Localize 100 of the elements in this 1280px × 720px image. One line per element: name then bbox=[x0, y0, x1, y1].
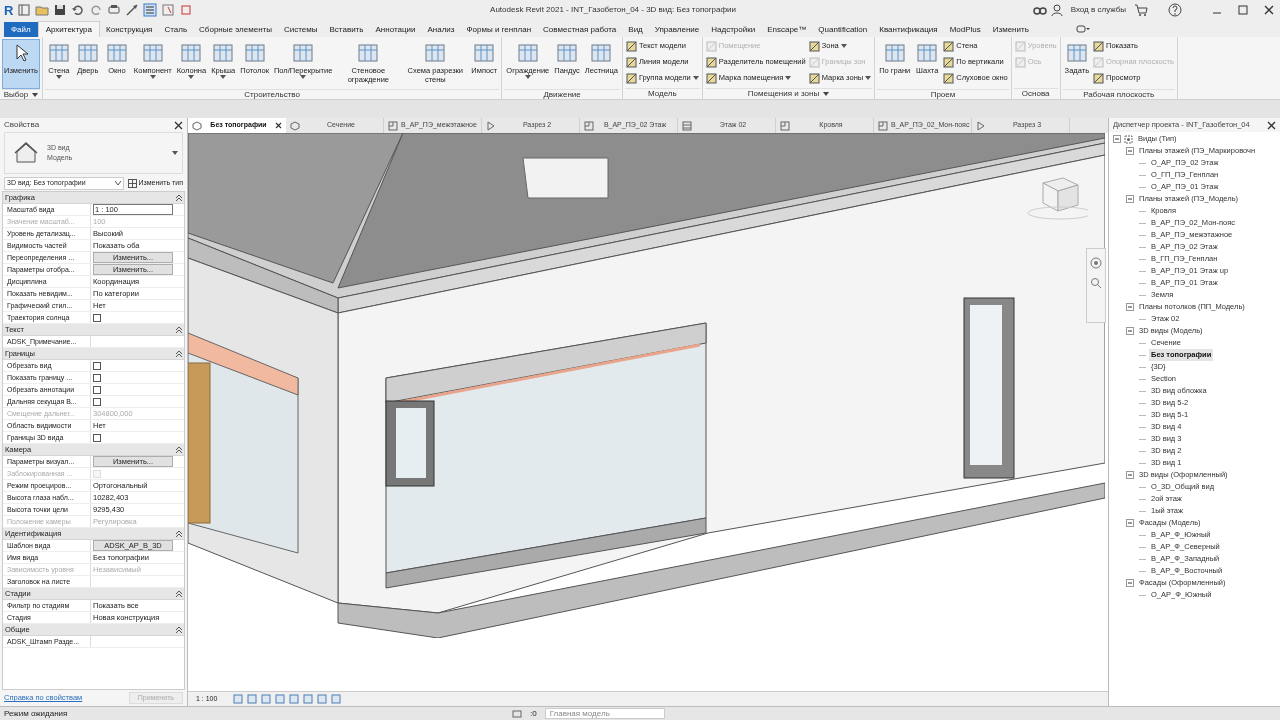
dropdown-arrow-icon bbox=[55, 75, 62, 79]
visual-style-icon[interactable] bbox=[247, 694, 258, 704]
tool-icon bbox=[808, 56, 820, 68]
measure-icon[interactable] bbox=[125, 3, 140, 17]
ribbon-tab[interactable]: Совместная работа bbox=[537, 22, 623, 37]
cube-icon bbox=[290, 120, 300, 131]
tool-icon bbox=[1093, 56, 1105, 68]
collapse-icon[interactable] bbox=[176, 626, 182, 633]
ribbon-tab[interactable]: Конструкция bbox=[100, 22, 159, 37]
close-icon[interactable] bbox=[174, 120, 183, 130]
ribbon-tab[interactable]: Управление bbox=[648, 22, 706, 37]
user-icon[interactable] bbox=[1050, 3, 1063, 17]
tool-icon bbox=[242, 42, 267, 64]
tool-icon bbox=[423, 42, 448, 64]
print-icon[interactable] bbox=[107, 3, 122, 17]
collapse-toggle-icon[interactable] bbox=[1126, 303, 1134, 311]
collapse-toggle-icon[interactable] bbox=[1126, 519, 1134, 527]
hide-icon[interactable] bbox=[317, 694, 328, 704]
ribbon-options-icon[interactable] bbox=[1074, 23, 1091, 35]
collapse-icon[interactable] bbox=[176, 326, 182, 333]
ribbon-tab[interactable]: Анализ bbox=[421, 22, 461, 37]
ribbon-tab[interactable]: ModPlus bbox=[943, 22, 987, 37]
panel-title: Свойства bbox=[4, 119, 40, 131]
dropdown-arrow-icon bbox=[300, 75, 307, 79]
tool-icon bbox=[915, 42, 940, 64]
tool-icon bbox=[943, 72, 955, 84]
checkbox[interactable] bbox=[93, 385, 101, 394]
ribbon-tab[interactable]: Вид bbox=[622, 22, 649, 37]
active-model-field[interactable]: Главная модель bbox=[544, 708, 665, 719]
window-title: Autodesk Revit 2021 - INT_Газобетон_04 - 3D вид: Без топографии bbox=[489, 4, 737, 16]
ribbon-tab[interactable]: Quantification bbox=[812, 22, 874, 37]
triangle-icon bbox=[976, 120, 986, 131]
ribbon-tab[interactable]: Enscape™ bbox=[761, 22, 813, 37]
tool-icon bbox=[515, 42, 540, 64]
undo-icon[interactable] bbox=[71, 3, 86, 17]
panel-title: Рабочая плоскость bbox=[1083, 89, 1155, 99]
checkbox[interactable] bbox=[93, 373, 101, 382]
collapse-toggle-icon[interactable] bbox=[1126, 327, 1134, 335]
dropdown-arrow-icon bbox=[172, 151, 178, 155]
collapse-toggle-icon[interactable] bbox=[1126, 147, 1134, 155]
ribbon-tab[interactable]: Сборные элементы bbox=[193, 22, 278, 37]
navigation-bar[interactable] bbox=[1086, 248, 1106, 323]
cart-icon[interactable] bbox=[1134, 3, 1148, 17]
ribbon-tab[interactable]: Аннотации bbox=[369, 22, 422, 37]
lock-icon[interactable] bbox=[303, 694, 314, 704]
worksets-icon[interactable] bbox=[512, 708, 522, 719]
ribbon-tab[interactable]: Сталь bbox=[158, 22, 194, 37]
collapse-toggle-icon[interactable] bbox=[1113, 135, 1121, 143]
dropdown-arrow-icon bbox=[149, 75, 156, 79]
ribbon-tab[interactable]: Надстройки bbox=[705, 22, 762, 37]
zoom-icon[interactable] bbox=[1090, 277, 1102, 289]
dropdown-arrow-icon[interactable] bbox=[32, 93, 39, 97]
chevron-down-icon bbox=[114, 181, 121, 185]
tool-icon bbox=[140, 42, 165, 64]
ribbon-tab[interactable]: Архитектура bbox=[37, 21, 100, 37]
maximize-icon[interactable] bbox=[1236, 3, 1250, 17]
dropdown-arrow-icon[interactable] bbox=[823, 92, 830, 96]
tool-icon bbox=[291, 42, 316, 64]
collapse-icon[interactable] bbox=[176, 446, 182, 453]
checkbox[interactable] bbox=[93, 397, 101, 406]
checkbox[interactable] bbox=[93, 313, 101, 322]
ribbon-tab[interactable]: Вставить bbox=[323, 22, 370, 37]
collapse-toggle-icon[interactable] bbox=[1126, 195, 1134, 203]
ribbon-tab[interactable]: Формы и генплан bbox=[460, 22, 538, 37]
collapse-toggle-icon[interactable] bbox=[1126, 579, 1134, 587]
collapse-toggle-icon[interactable] bbox=[1126, 471, 1134, 479]
ribbon-tab[interactable]: Изменить bbox=[986, 22, 1035, 37]
ribbon-tab[interactable]: Системы bbox=[278, 22, 324, 37]
panel-title: Модель bbox=[647, 88, 677, 99]
tool-icon bbox=[943, 56, 955, 68]
crop-view-icon[interactable] bbox=[289, 694, 300, 704]
dropdown-arrow-icon bbox=[220, 75, 227, 79]
collapse-icon[interactable] bbox=[176, 350, 182, 357]
tool-icon bbox=[808, 72, 820, 84]
checkbox[interactable] bbox=[93, 433, 101, 442]
collapse-icon[interactable] bbox=[176, 194, 182, 201]
tool-icon bbox=[705, 72, 717, 84]
close-icon[interactable] bbox=[1267, 120, 1276, 130]
close-icon[interactable] bbox=[1262, 3, 1276, 17]
plan-icon bbox=[388, 120, 398, 131]
close-icon[interactable] bbox=[275, 122, 282, 129]
shadows-icon[interactable] bbox=[275, 694, 286, 704]
reveal-icon[interactable] bbox=[331, 694, 342, 704]
steering-wheel-icon[interactable] bbox=[1090, 257, 1102, 269]
app-logo[interactable]: R bbox=[4, 3, 14, 17]
tool-icon bbox=[943, 40, 955, 52]
ribbon-tab[interactable]: Квантификация bbox=[873, 22, 944, 37]
ribbon-tab[interactable]: Файл bbox=[4, 22, 38, 37]
collapse-icon[interactable] bbox=[176, 530, 182, 537]
tool-icon bbox=[1014, 56, 1026, 68]
save-icon[interactable] bbox=[53, 3, 68, 17]
checkbox[interactable] bbox=[93, 361, 101, 370]
sign-in-button[interactable]: Вход в службы bbox=[1066, 4, 1130, 16]
tool-icon bbox=[179, 42, 204, 64]
tool-icon bbox=[75, 42, 100, 64]
detail-level-icon[interactable] bbox=[233, 694, 244, 704]
cube-icon bbox=[192, 120, 202, 131]
help-icon[interactable] bbox=[1168, 3, 1182, 17]
sun-path-icon[interactable] bbox=[261, 694, 272, 704]
collapse-icon[interactable] bbox=[176, 590, 182, 597]
